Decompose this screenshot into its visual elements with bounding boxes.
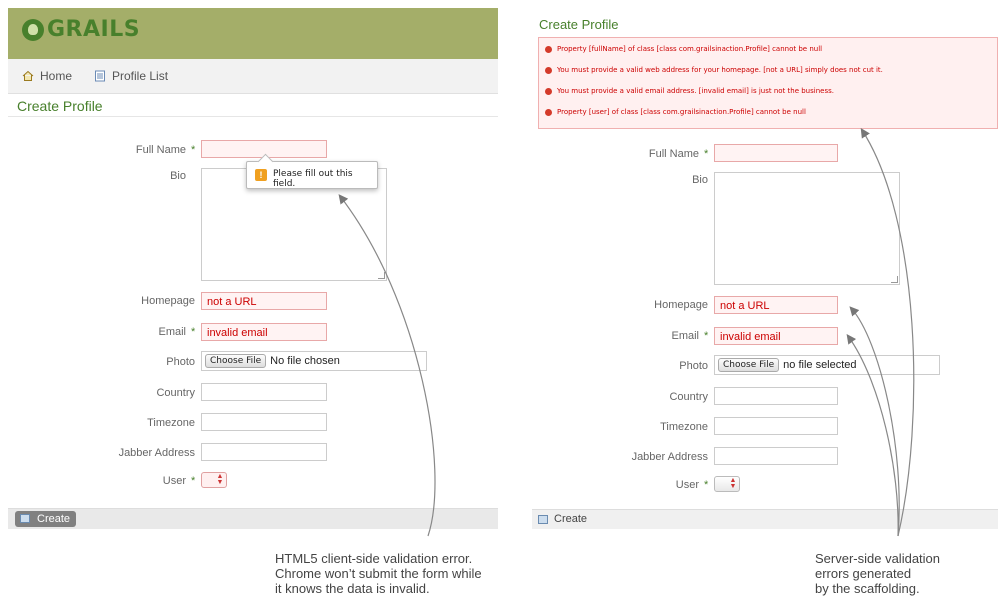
- caption-line: by the scaffolding.: [815, 581, 920, 596]
- choose-file-button[interactable]: Choose File: [718, 358, 780, 372]
- email-input[interactable]: invalid email: [714, 327, 838, 345]
- nav-home-label: Home: [40, 69, 73, 83]
- nav-bar: Home Profile List: [8, 59, 498, 94]
- timezone-input[interactable]: [201, 413, 327, 431]
- error-messages: Property [fullName] of class [class com.…: [538, 37, 998, 129]
- page-title: Create Profile: [17, 98, 103, 114]
- required-marker: *: [704, 148, 709, 160]
- required-marker: *: [191, 475, 196, 487]
- file-status: No file chosen: [270, 355, 340, 367]
- button-bar: Create: [8, 508, 498, 529]
- validation-tooltip: ! Please fill out this field.: [246, 161, 378, 189]
- photo-file-input[interactable]: Choose File No file chosen: [201, 351, 427, 371]
- error-message: You must provide a valid email address. …: [545, 87, 834, 95]
- jabber-input[interactable]: [714, 447, 838, 465]
- error-message: You must provide a valid web address for…: [545, 66, 883, 74]
- email-label: Email: [158, 326, 186, 338]
- choose-file-button[interactable]: Choose File: [205, 354, 267, 368]
- select-arrows-icon: ▲ ▼: [729, 477, 737, 490]
- country-label: Country: [156, 387, 195, 399]
- jabber-label: Jabber Address: [118, 447, 195, 459]
- caption-line: Server-side validation: [815, 551, 941, 566]
- create-button[interactable]: Create: [15, 511, 77, 527]
- page-title: Create Profile: [539, 17, 619, 32]
- app-header: GRAILS: [8, 8, 498, 59]
- required-marker: *: [191, 326, 196, 338]
- error-icon: [545, 87, 552, 95]
- caption-line: it knows the data is invalid.: [275, 581, 430, 596]
- caption-line: Chrome won’t submit the form while: [275, 566, 482, 581]
- full-name-label: Full Name: [648, 148, 699, 160]
- country-input[interactable]: [714, 387, 838, 405]
- bio-textarea[interactable]: [714, 172, 900, 285]
- country-input[interactable]: [201, 383, 327, 401]
- server-side-caption: Server-side validation errors generated …: [815, 551, 940, 596]
- full-name-label: Full Name: [135, 144, 186, 156]
- homepage-input[interactable]: not a URL: [714, 296, 838, 314]
- create-icon: [20, 514, 30, 523]
- nav-profile-list-link[interactable]: Profile List: [94, 69, 168, 83]
- select-arrows-icon: ▲ ▼: [216, 473, 224, 486]
- nav-home-link[interactable]: Home: [22, 69, 72, 83]
- resize-grip-icon[interactable]: [891, 276, 898, 283]
- required-marker: *: [704, 330, 709, 342]
- create-button-label: Create: [37, 513, 71, 525]
- required-marker: *: [191, 144, 196, 156]
- email-input[interactable]: invalid email: [201, 323, 327, 341]
- client-side-caption: HTML5 client-side validation error. Chro…: [275, 551, 482, 596]
- caption-line: HTML5 client-side validation error.: [275, 551, 473, 566]
- grails-logo[interactable]: GRAILS: [22, 17, 140, 42]
- error-icon: [545, 108, 552, 116]
- required-marker: *: [704, 479, 709, 491]
- title-bar: Create Profile: [8, 94, 498, 117]
- bio-label: Bio: [692, 174, 708, 186]
- homepage-label: Homepage: [654, 299, 708, 311]
- timezone-input[interactable]: [714, 417, 838, 435]
- grails-logo-icon: [22, 18, 44, 41]
- photo-label: Photo: [166, 356, 195, 368]
- jabber-input[interactable]: [201, 443, 327, 461]
- create-button[interactable]: Create: [538, 513, 587, 525]
- tooltip-text: Please fill out this field.: [273, 169, 353, 189]
- homepage-label: Homepage: [141, 295, 195, 307]
- list-icon: [95, 70, 105, 82]
- error-text: Property [user] of class [class com.grai…: [557, 108, 806, 116]
- nav-profile-list-label: Profile List: [112, 69, 169, 83]
- caption-line: errors generated: [815, 566, 912, 581]
- user-label: User: [162, 475, 186, 487]
- error-text: Property [fullName] of class [class com.…: [557, 45, 823, 53]
- email-label: Email: [671, 330, 699, 342]
- country-label: Country: [669, 391, 708, 403]
- user-label: User: [675, 479, 699, 491]
- create-button-label: Create: [554, 513, 588, 525]
- error-text: You must provide a valid email address. …: [557, 87, 834, 95]
- homepage-input[interactable]: not a URL: [201, 292, 327, 310]
- error-icon: [545, 45, 552, 53]
- warning-icon: !: [255, 169, 267, 181]
- button-bar: Create: [532, 509, 998, 529]
- error-message: Property [user] of class [class com.grai…: [545, 108, 806, 116]
- full-name-input[interactable]: [714, 144, 838, 162]
- photo-label: Photo: [679, 360, 708, 372]
- server-side-form-panel: Create Profile Property [fullName] of cl…: [532, 8, 998, 529]
- create-icon: [538, 515, 548, 524]
- logo-text: GRAILS: [47, 17, 141, 42]
- file-status: no file selected: [783, 359, 857, 371]
- bio-label: Bio: [170, 170, 186, 182]
- timezone-label: Timezone: [147, 417, 195, 429]
- resize-grip-icon[interactable]: [378, 272, 385, 279]
- photo-file-input[interactable]: Choose File no file selected: [714, 355, 940, 375]
- error-message: Property [fullName] of class [class com.…: [545, 45, 822, 53]
- client-side-form-panel: GRAILS Home Profile List Create Profile …: [8, 8, 498, 529]
- home-icon: [22, 70, 34, 81]
- timezone-label: Timezone: [660, 421, 708, 433]
- user-select[interactable]: ▲ ▼: [714, 476, 740, 492]
- error-text: You must provide a valid web address for…: [557, 66, 883, 74]
- error-icon: [545, 66, 552, 74]
- jabber-label: Jabber Address: [631, 451, 708, 463]
- user-select[interactable]: ▲ ▼: [201, 472, 227, 488]
